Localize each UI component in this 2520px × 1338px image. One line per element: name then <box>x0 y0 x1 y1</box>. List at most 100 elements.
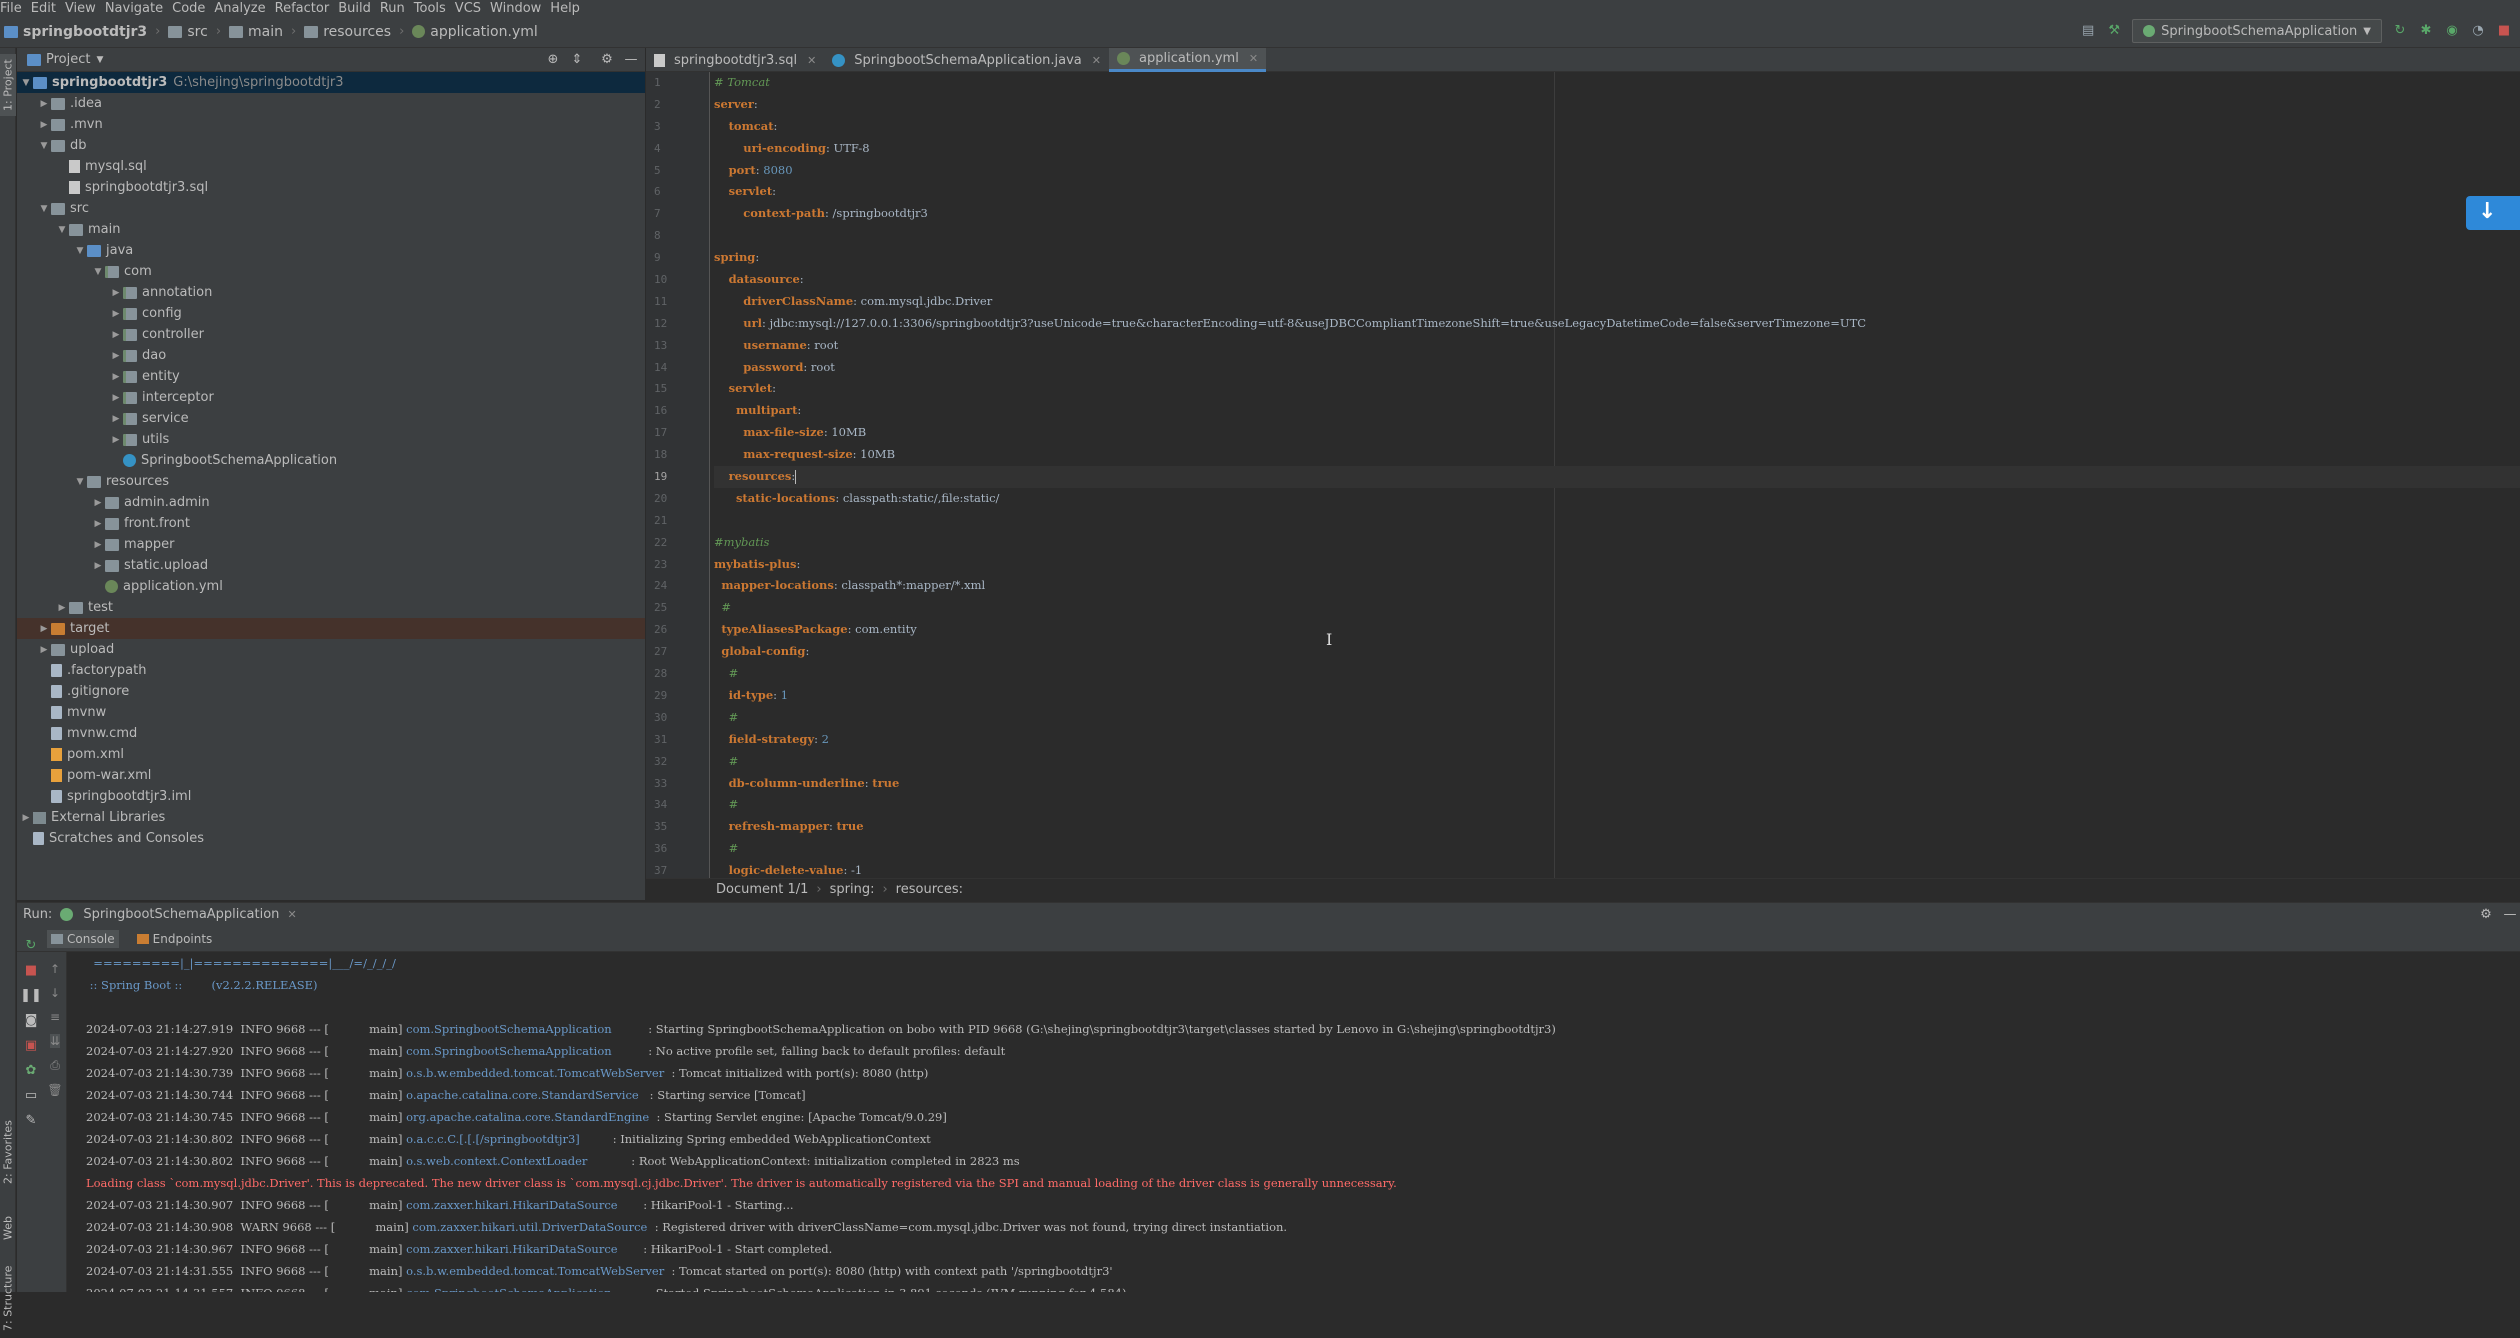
code-line[interactable]: context-path: /springbootdtjr3 <box>714 203 2520 225</box>
console-logger[interactable]: o.s.web.context.ContextLoader <box>406 1154 631 1168</box>
code-line[interactable]: #mybatis <box>714 532 2520 554</box>
tree-item[interactable]: ▶ target <box>17 618 645 639</box>
menu-item-window[interactable]: Window <box>490 1 550 16</box>
expand-arrow-icon[interactable]: ▶ <box>37 624 51 634</box>
code-line[interactable]: resources: <box>714 466 2520 488</box>
breadcrumb-item[interactable]: resources <box>323 24 391 40</box>
tool-tab-project[interactable]: 1: Project <box>0 54 16 116</box>
expand-arrow-icon[interactable]: ▼ <box>73 477 87 487</box>
expand-arrow-icon[interactable]: ▼ <box>37 141 51 151</box>
code-line[interactable]: # <box>714 751 2520 773</box>
code-line[interactable] <box>714 510 2520 532</box>
code-line[interactable] <box>714 225 2520 247</box>
locate-icon[interactable]: ⊕ <box>545 52 561 68</box>
expand-arrow-icon[interactable]: ▶ <box>91 561 105 571</box>
tree-item[interactable]: ▼ resources <box>17 471 645 492</box>
tree-item[interactable]: pom.xml <box>17 744 645 765</box>
code-line[interactable]: spring: <box>714 247 2520 269</box>
restore-layout-icon[interactable]: ▣ <box>25 1038 37 1053</box>
expand-arrow-icon[interactable]: ▶ <box>37 645 51 655</box>
tree-item[interactable]: .gitignore <box>17 681 645 702</box>
code-line[interactable]: db-column-underline: true <box>714 773 2520 795</box>
code-line[interactable]: mybatis-plus: <box>714 554 2520 576</box>
code-line[interactable]: server: <box>714 94 2520 116</box>
expand-arrow-icon[interactable]: ▶ <box>109 288 123 298</box>
menu-item-tools[interactable]: Tools <box>414 1 455 16</box>
menu-item-run[interactable]: Run <box>380 1 414 16</box>
editor-breadcrumb-item[interactable]: Document 1/1 <box>716 882 808 897</box>
close-icon[interactable]: ✕ <box>287 908 296 921</box>
code-line[interactable]: port: 8080 <box>714 160 2520 182</box>
menu-item-edit[interactable]: Edit <box>31 1 65 16</box>
code-line[interactable]: datasource: <box>714 269 2520 291</box>
debug-icon[interactable]: ✱ <box>2418 23 2434 39</box>
tree-item[interactable]: .factorypath <box>17 660 645 681</box>
tree-item[interactable]: ▼ main <box>17 219 645 240</box>
expand-arrow-icon[interactable]: ▶ <box>109 351 123 361</box>
gear-icon[interactable]: ⚙ <box>599 52 615 68</box>
stop-icon[interactable]: ■ <box>2496 23 2512 39</box>
code-line[interactable]: # <box>714 838 2520 860</box>
tree-item[interactable]: mvnw <box>17 702 645 723</box>
tree-item[interactable]: ▶ test <box>17 597 645 618</box>
code-line[interactable]: multipart: <box>714 400 2520 422</box>
trash-icon[interactable]: 🗑 <box>47 1083 62 1097</box>
code-content[interactable]: # Tomcat server: tomcat: uri-encoding: UT… <box>714 72 2520 878</box>
code-editor[interactable]: 1 2 3 4 5 6 7 8 9 10 11 12 13 14 15 16 17 18 19 20 21 22 23 24 2… <box>646 72 2520 878</box>
menu-item-refactor[interactable]: Refactor <box>275 1 339 16</box>
breadcrumb-item[interactable]: application.yml <box>430 24 538 40</box>
breadcrumb-item[interactable]: src <box>187 24 207 40</box>
tree-item[interactable]: pom-war.xml <box>17 765 645 786</box>
tool-tab-web[interactable]: Web <box>0 1208 16 1248</box>
code-line[interactable]: refresh-mapper: true <box>714 816 2520 838</box>
build-hammer-icon[interactable]: ⚒ <box>2106 23 2122 39</box>
console-logger[interactable]: o.s.b.w.embedded.tomcat.TomcatWebServer <box>406 1264 671 1278</box>
tree-item[interactable]: ▶ interceptor <box>17 387 645 408</box>
code-line[interactable]: password: root <box>714 357 2520 379</box>
code-line[interactable]: static-locations: classpath:static/,file… <box>714 488 2520 510</box>
tool-tab-structure[interactable]: 7: Structure <box>0 1258 16 1338</box>
code-line[interactable]: tomcat: <box>714 116 2520 138</box>
stop-icon[interactable]: ■ <box>25 963 37 978</box>
editor-breadcrumb-item[interactable]: resources: <box>896 882 963 897</box>
print-icon[interactable]: ⎙ <box>50 1058 60 1073</box>
code-line[interactable]: # Tomcat <box>714 72 2520 94</box>
minimize-icon[interactable]: — <box>2502 907 2518 923</box>
tree-item[interactable]: ▼ java <box>17 240 645 261</box>
breadcrumb-item[interactable]: main <box>248 24 283 40</box>
close-icon[interactable]: ✕ <box>1092 54 1101 67</box>
tree-item[interactable]: ▶ annotation <box>17 282 645 303</box>
menu-item-vcs[interactable]: VCS <box>455 1 490 16</box>
layout-icon[interactable]: ▤ <box>2080 23 2096 39</box>
tree-item[interactable]: springbootdtjr3.sql <box>17 177 645 198</box>
spring-icon[interactable]: ✿ <box>26 1063 37 1078</box>
code-line[interactable]: # <box>714 663 2520 685</box>
tree-item[interactable]: ▶ External Libraries <box>17 807 645 828</box>
expand-arrow-icon[interactable]: ▶ <box>55 603 69 613</box>
expand-arrow-icon[interactable]: ▼ <box>19 78 33 88</box>
gear-icon[interactable]: ⚙ <box>2478 907 2494 923</box>
expand-arrow-icon[interactable]: ▼ <box>55 225 69 235</box>
expand-arrow-icon[interactable]: ▼ <box>91 267 105 277</box>
console-logger[interactable]: com.SpringbootSchemaApplication <box>406 1022 648 1036</box>
console-logger[interactable]: org.apache.catalina.core.StandardEngine <box>406 1110 656 1124</box>
rerun-icon[interactable]: ↻ <box>2392 23 2408 39</box>
editor-tab[interactable]: springbootdtjr3.sql ✕ <box>646 48 824 72</box>
close-icon[interactable]: ✕ <box>1249 52 1258 65</box>
expand-arrow-icon[interactable]: ▶ <box>109 435 123 445</box>
code-line[interactable]: logic-delete-value: -1 <box>714 860 2520 878</box>
profiler-icon[interactable]: ◔ <box>2470 23 2486 39</box>
scroll-to-end-icon[interactable]: ⇊ <box>49 1034 61 1048</box>
tree-item[interactable]: ▶ dao <box>17 345 645 366</box>
collapse-all-icon[interactable]: ⇕ <box>569 52 585 68</box>
tree-item[interactable]: mysql.sql <box>17 156 645 177</box>
chevron-down-icon[interactable]: ▼ <box>96 55 103 65</box>
console-logger[interactable]: com.zaxxer.hikari.HikariDataSource <box>406 1242 643 1256</box>
menu-item-code[interactable]: Code <box>172 1 214 16</box>
tree-item[interactable]: application.yml <box>17 576 645 597</box>
console-output[interactable]: =========|_|==============|___/=/_/_/_/ … <box>68 952 2520 1292</box>
code-line[interactable]: # <box>714 794 2520 816</box>
code-line[interactable]: max-file-size: 10MB <box>714 422 2520 444</box>
expand-arrow-icon[interactable]: ▶ <box>37 99 51 109</box>
scroll-down-button[interactable]: ↓ <box>2466 196 2520 230</box>
